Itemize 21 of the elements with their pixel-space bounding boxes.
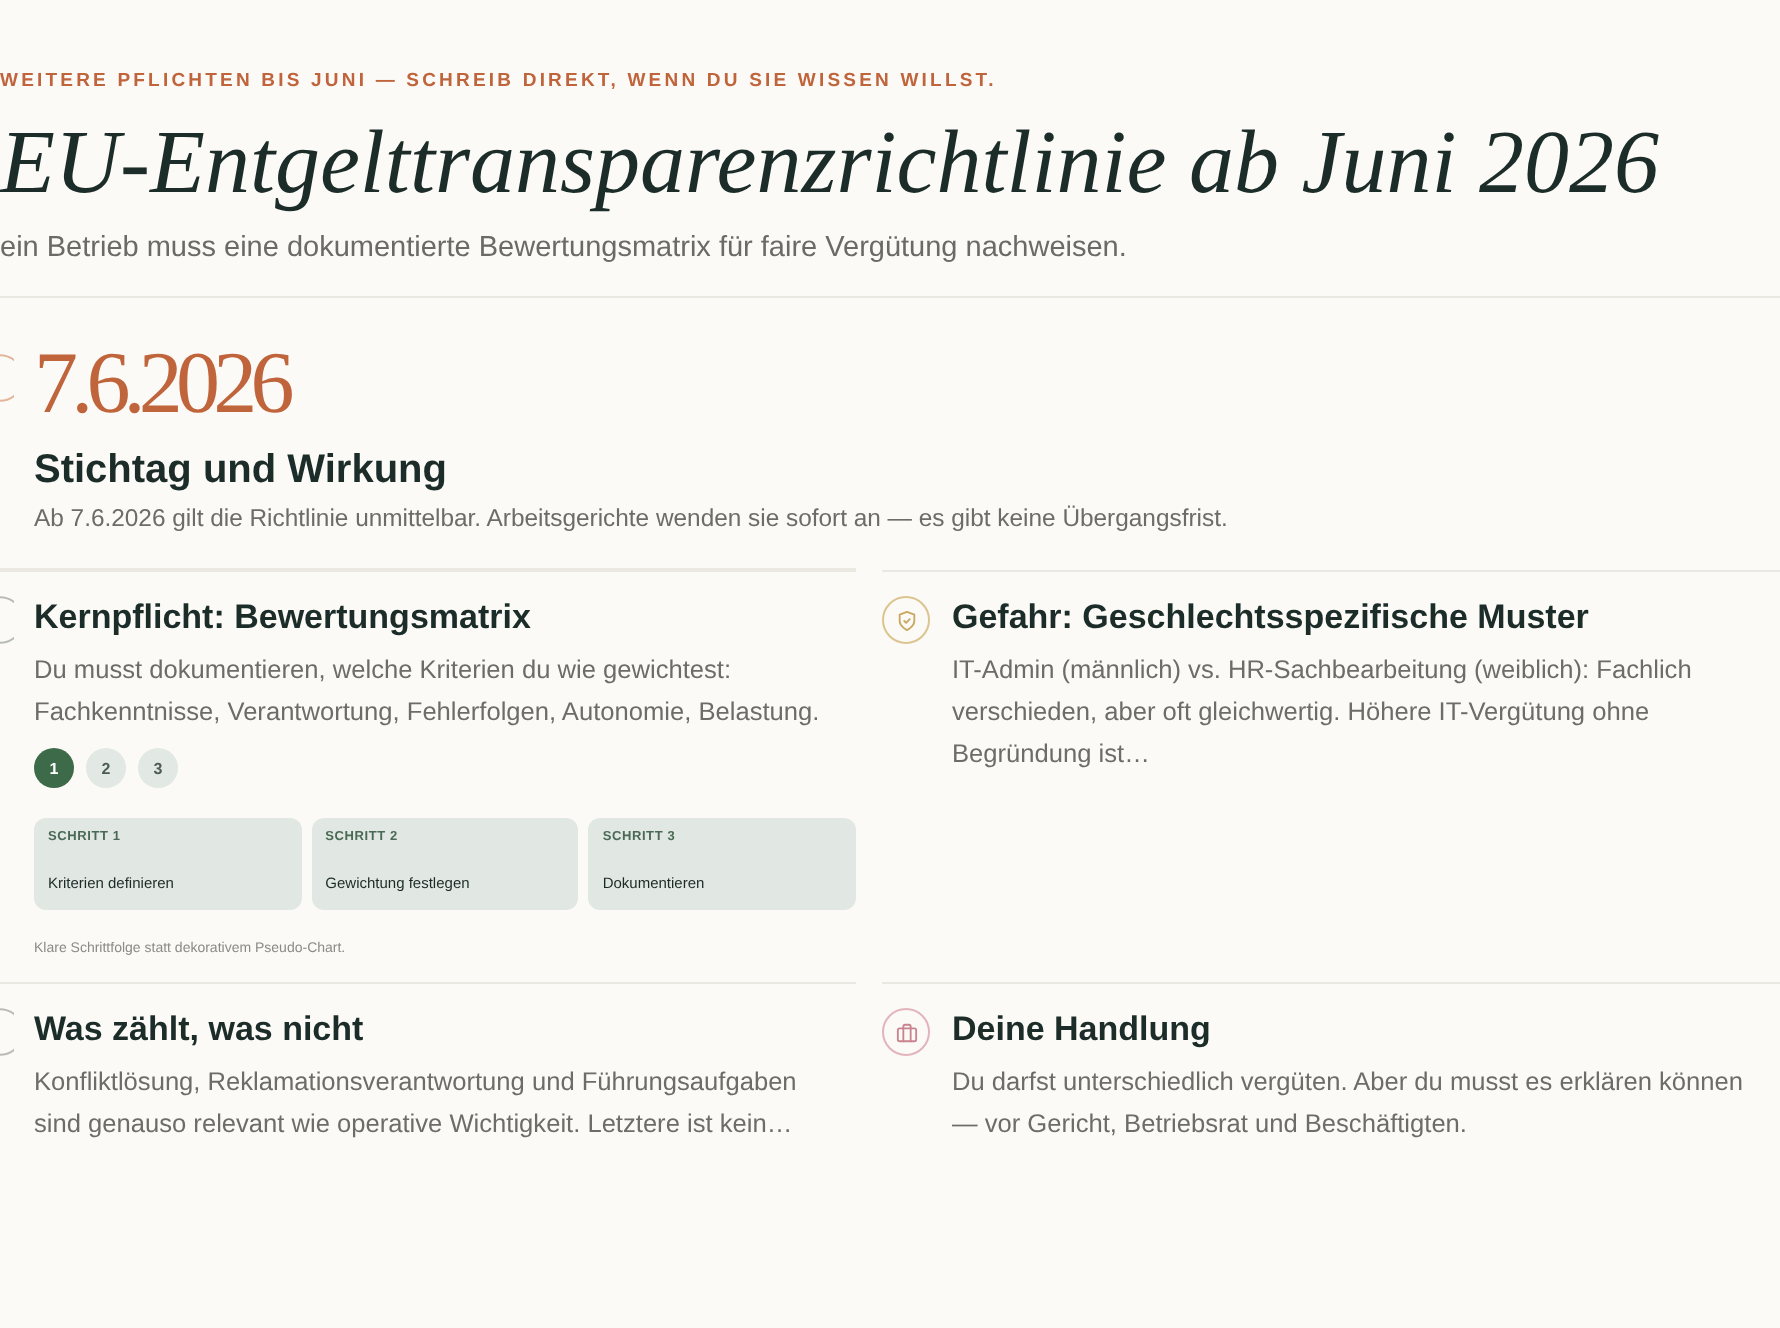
section-text: Ab 7.6.2026 gilt die Richtlinie unmittelbar. Arbeitsgerichte wenden sie sofort an — es gibt keine Übergangsfrist. bbox=[34, 502, 1228, 536]
card-text: IT-Admin (männlich) vs. HR-Sachbearbeitung (weiblich): Fachlich verschieden, aber oft gleichwertig. Höhere IT-Vergütung ohne Begründung ist… bbox=[952, 652, 1694, 772]
card-text: Du darfst unterschiedlich vergüten. Aber du musst es erklären können — vor Gericht, Betriebsrat und Beschäftigten. bbox=[952, 1064, 1745, 1142]
ring-icon bbox=[0, 1008, 14, 1056]
ring-icon bbox=[0, 354, 14, 402]
kicker-text: WEITERE PFLICHTEN BIS JUNI — SCHREIB DIREKT, WENN DU SIE WISSEN WILLST. bbox=[0, 68, 999, 96]
shield-icon bbox=[882, 596, 930, 644]
ring-icon bbox=[0, 596, 14, 644]
card-heading: Deine Handlung bbox=[952, 1008, 1213, 1052]
briefcase-icon bbox=[882, 1008, 930, 1056]
step-dot[interactable]: 2 bbox=[86, 748, 126, 788]
step-dot[interactable]: 1 bbox=[34, 748, 74, 788]
section-heading: Stichtag und Wirkung bbox=[34, 446, 449, 496]
deadline-date: 7.6.2026 bbox=[34, 338, 291, 430]
card-text: Du musst dokumentieren, welche Kriterien du wie gewichtest: Fachkenntnisse, Verantwortung, Fehlerfolgen, Autonomie, Belastung. bbox=[34, 652, 822, 730]
card-heading: Was zählt, was nicht bbox=[34, 1008, 366, 1052]
card-heading: Gefahr: Geschlechtsspezifische Muster bbox=[952, 596, 1591, 640]
lede-text: ein Betrieb muss eine dokumentierte Bewertungsmatrix für faire Vergütung nachweisen. bbox=[0, 230, 1129, 268]
card-heading: Kernpflicht: Bewertungsmatrix bbox=[34, 596, 533, 640]
step-dot[interactable]: 3 bbox=[138, 748, 178, 788]
card-text: Konfliktlösung, Reklamationsverantwortung und Führungsaufgaben sind genauso relevant wie operative Wichtigkeit. Letztere ist kein… bbox=[34, 1064, 799, 1142]
